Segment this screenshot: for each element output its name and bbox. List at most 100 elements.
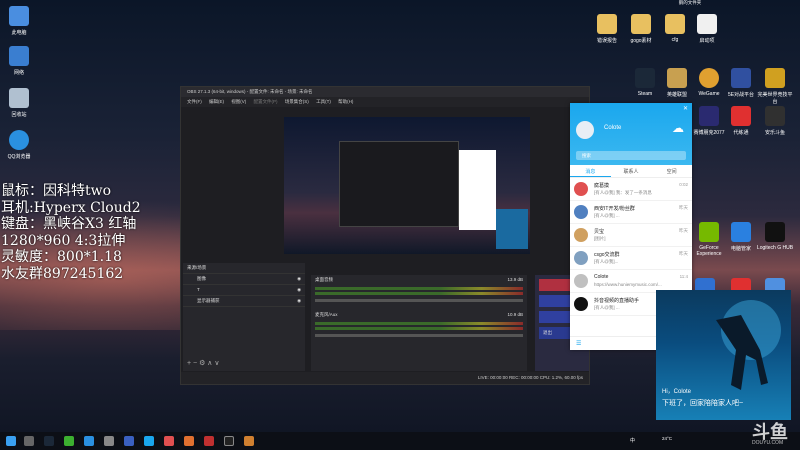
desktop-icon-recycle-bin[interactable]: 回收站 xyxy=(0,88,38,118)
qq-search-input[interactable]: 搜索 xyxy=(576,151,686,160)
desktop-icon-dailian[interactable]: 代练通 xyxy=(722,106,760,136)
explorer-icon[interactable] xyxy=(104,436,114,446)
desktop-icon-ghub[interactable]: Logitech G HUB xyxy=(756,222,794,251)
weather-icon: ☁ xyxy=(672,121,684,135)
folder-caption: 鹅的文件夹 xyxy=(678,0,702,5)
obs-menu-bar: 文件(F) 编辑(E) 视图(V) 配置文件(P) 场景集合(S) 工具(T) … xyxy=(181,97,589,107)
desktop-icon-pc-manager[interactable]: 电脑管家 xyxy=(722,222,760,252)
preview-qq-window xyxy=(459,150,496,230)
avatar xyxy=(574,274,588,288)
obs-sources-panel: 来源/场景 图像 ◉ T ◉ 显示器捕获 ◉ + − ⚙ ∧ ∨ xyxy=(183,263,305,371)
desktop-icon-network[interactable]: 网络 xyxy=(0,46,38,76)
obs-taskbar-icon[interactable] xyxy=(224,436,234,446)
recycle-bin-icon xyxy=(9,88,29,108)
visibility-icon[interactable]: ◉ xyxy=(297,298,301,304)
desktop-icon-qq-browser[interactable]: QQ浏览器 xyxy=(0,130,38,160)
folder-icon xyxy=(665,14,685,34)
add-source-icon[interactable]: + − ⚙ ∧ ∨ xyxy=(187,359,219,367)
audio-meter-mic xyxy=(315,322,523,325)
desktop-icon-perfect-world[interactable]: 完美世界竞技平台 xyxy=(756,68,794,105)
douyu-icon xyxy=(765,106,785,126)
steam-taskbar-icon[interactable] xyxy=(44,436,54,446)
desktop-icon-startup[interactable]: 启动项 xyxy=(688,14,726,44)
qq-header: Colote ☁ 搜索 ✕ xyxy=(570,103,692,165)
preview-nested-obs xyxy=(339,141,459,227)
obs-window[interactable]: OBS 27.1.3 (64-bit, windows) - 配置文件: 未命名… xyxy=(180,86,590,385)
file-icon xyxy=(697,14,717,34)
menu-tools[interactable]: 工具(T) xyxy=(316,99,331,104)
menu-icon[interactable]: ☰ xyxy=(576,341,581,347)
wegame-icon xyxy=(699,68,719,88)
dailian-icon xyxy=(731,106,751,126)
stream-overlay-text: 鼠标：因科特two 耳机:Hyperx Cloud2 键盘：黑峡谷X3 红轴 1… xyxy=(1,183,141,282)
chat-item[interactable]: 贝宝 [图片] 昨天 xyxy=(570,224,692,247)
source-item-display-capture[interactable]: 显示器捕获 ◉ xyxy=(183,296,305,307)
audio-meter-desktop-r xyxy=(315,292,523,295)
app-taskbar-icon[interactable] xyxy=(204,436,214,446)
source-item-text[interactable]: T ◉ xyxy=(183,285,305,296)
browser-icon xyxy=(9,130,29,150)
app-taskbar-icon[interactable] xyxy=(124,436,134,446)
desktop-icon-error-report[interactable]: 错误报告 xyxy=(588,14,626,44)
weather-widget[interactable]: 24°C xyxy=(662,436,672,441)
menu-view[interactable]: 视图(V) xyxy=(231,99,246,104)
avatar[interactable] xyxy=(576,121,594,139)
app-taskbar-icon[interactable] xyxy=(184,436,194,446)
source-item-image[interactable]: 图像 ◉ xyxy=(183,274,305,285)
visibility-icon[interactable]: ◉ xyxy=(297,287,301,293)
menu-edit[interactable]: 编辑(E) xyxy=(209,99,224,104)
audio-meter-mic-r xyxy=(315,327,523,330)
cyberpunk-icon xyxy=(699,106,719,126)
wechat-icon[interactable] xyxy=(64,436,74,446)
avatar xyxy=(574,297,588,311)
avatar xyxy=(574,251,588,265)
menu-file[interactable]: 文件(F) xyxy=(187,99,202,104)
chat-item[interactable]: 腐葛摸 [有人@我] 我：发了一条消息 0:02 xyxy=(570,178,692,201)
desktop-icon-this-pc[interactable]: 此电脑 xyxy=(0,6,38,36)
qq-tabs: 消息 联系人 空间 xyxy=(570,165,692,178)
taskbar: 中 24°C xyxy=(0,432,800,450)
computer-icon xyxy=(9,6,29,26)
close-icon[interactable]: ✕ xyxy=(683,105,688,112)
shield-icon xyxy=(731,222,751,242)
chat-item[interactable]: csgo交流群 [有人@我]... 昨天 xyxy=(570,247,692,270)
obs-audio-mixer: 桌面音频 13.9 dB 麦克风/Aux 10.9 dB xyxy=(311,275,527,371)
chat-item[interactable]: 西安IT开发/粉丝群 [有人@我] ... 昨天 xyxy=(570,201,692,224)
nvidia-icon xyxy=(699,222,719,242)
notification-line1: Hi，Colote xyxy=(662,389,692,395)
folder-icon xyxy=(631,14,651,34)
logitech-icon xyxy=(765,222,785,242)
app-taskbar-icon[interactable] xyxy=(244,436,254,446)
preview-notification xyxy=(496,209,528,249)
volume-slider-mic[interactable] xyxy=(315,334,523,337)
search-icon[interactable] xyxy=(24,436,34,446)
avatar xyxy=(574,182,588,196)
visibility-icon[interactable]: ◉ xyxy=(297,276,301,282)
menu-scene-collection[interactable]: 场景集合(S) xyxy=(285,99,309,104)
notification-line2: 下班了，回家陪陪家人吧~ xyxy=(662,400,744,407)
steam-icon xyxy=(635,68,655,88)
avatar xyxy=(574,228,588,242)
tab-space[interactable]: 空间 xyxy=(651,165,692,177)
menu-help[interactable]: 帮助(H) xyxy=(338,99,353,104)
perfect-world-icon xyxy=(765,68,785,88)
language-indicator[interactable]: 中 xyxy=(630,437,635,444)
tab-contacts[interactable]: 联系人 xyxy=(611,165,652,177)
audio-meter-desktop xyxy=(315,287,523,290)
desktop-icon-5e[interactable]: 5E对战平台 xyxy=(722,68,760,98)
qq-taskbar-icon[interactable] xyxy=(144,436,154,446)
greeting-notification[interactable]: Hi，Colote 下班了，回家陪陪家人吧~ xyxy=(656,290,791,420)
volume-slider-desktop[interactable] xyxy=(315,299,523,302)
5e-icon xyxy=(731,68,751,88)
folder-icon xyxy=(597,14,617,34)
menu-profile[interactable]: 配置文件(P) xyxy=(254,99,278,104)
browser-taskbar-icon[interactable] xyxy=(84,436,94,446)
app-taskbar-icon[interactable] xyxy=(164,436,174,446)
desktop-icon-douyu[interactable]: 安乐斗鱼 xyxy=(756,106,794,136)
start-icon[interactable] xyxy=(6,436,16,446)
desktop-icon-gogo[interactable]: gogo素材 xyxy=(622,14,660,44)
tab-messages[interactable]: 消息 xyxy=(570,165,611,177)
obs-preview[interactable] xyxy=(284,117,530,254)
network-icon xyxy=(9,46,29,66)
avatar xyxy=(574,205,588,219)
